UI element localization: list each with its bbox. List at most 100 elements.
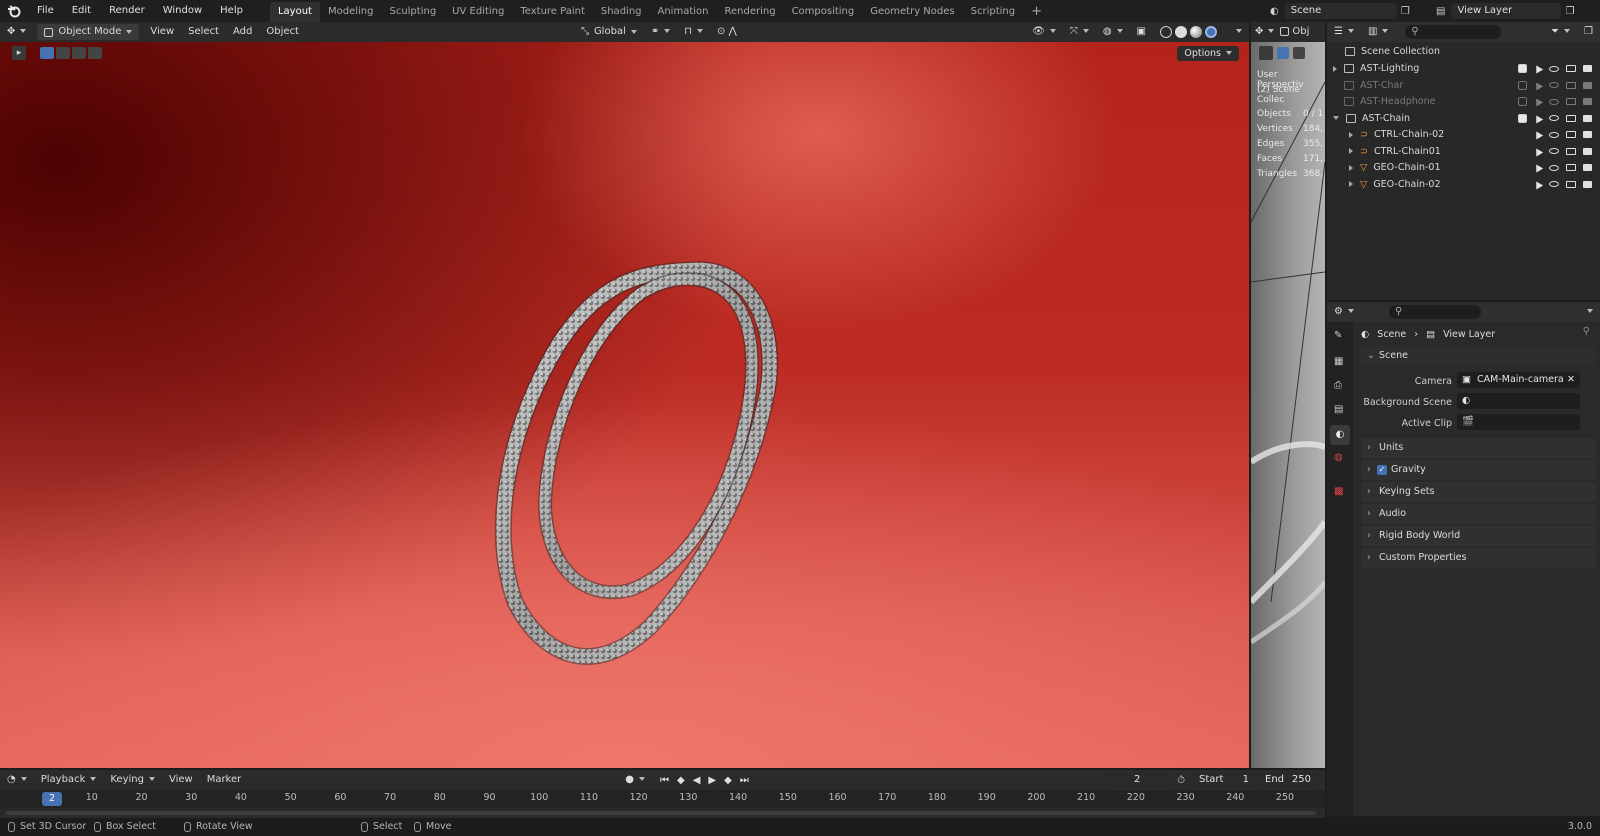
menu-window[interactable]: Window (154, 0, 211, 22)
display-mode-icon[interactable]: ▥ (1361, 22, 1395, 42)
view-layer-tab-icon[interactable]: ▤ (1334, 404, 1343, 415)
menu-help[interactable]: Help (211, 0, 252, 22)
camera-render-icon[interactable] (1583, 98, 1592, 105)
eye-icon[interactable] (1549, 148, 1559, 154)
proportional-edit-icon[interactable]: ⊙ ⋀ (710, 22, 744, 42)
properties-search-input[interactable]: ⚲ (1388, 305, 1481, 319)
menu-add[interactable]: Add (226, 22, 259, 42)
viewport-disable-icon[interactable] (1566, 180, 1576, 188)
viewport-disable-icon[interactable] (1566, 114, 1576, 122)
new-collection-icon[interactable]: ❐ (1577, 22, 1600, 42)
outliner-row[interactable]: ⊃ CTRL-Chain01 (1327, 143, 1600, 160)
menu-playback[interactable]: Playback (34, 770, 104, 790)
tab-uv-editing[interactable]: UV Editing (444, 2, 512, 22)
outliner-row[interactable]: AST-Char (1327, 77, 1600, 94)
jump-start-icon[interactable]: ⏮ (660, 775, 669, 786)
selectable-icon[interactable] (1532, 112, 1544, 124)
outliner-editor-type-icon[interactable]: ☰ (1327, 22, 1361, 42)
selectable-icon[interactable] (1532, 63, 1544, 74)
properties-editor-type-icon[interactable]: ⚙ (1327, 302, 1361, 322)
camera-render-icon[interactable] (1583, 180, 1592, 188)
selectable-icon[interactable] (1532, 145, 1544, 157)
gizmo-icon[interactable]: ⤧ (1063, 22, 1096, 42)
prev-keyframe-icon[interactable]: ◆ (677, 775, 685, 786)
outliner-row[interactable]: ▽ GEO-Chain-01 (1327, 159, 1600, 176)
scene-selector[interactable]: ◐ Scene ❐ (1270, 3, 1410, 19)
outliner-row[interactable]: ▽ GEO-Chain-02 (1327, 176, 1600, 193)
scene-name-field[interactable]: Scene (1284, 3, 1397, 19)
select-new-icon[interactable] (40, 47, 54, 59)
menu-object[interactable]: Object (259, 22, 306, 42)
mode-dropdown[interactable]: Object Mode (37, 24, 140, 40)
rigid-body-world-panel-header[interactable]: › Rigid Body World (1361, 526, 1596, 546)
tab-layout[interactable]: Layout (269, 2, 320, 22)
outliner-search-input[interactable]: ⚲ (1405, 25, 1502, 39)
background-scene-field[interactable]: ◐ (1457, 393, 1580, 409)
clear-camera-icon[interactable]: ✕ (1567, 372, 1575, 388)
expand-closed-icon[interactable] (1349, 181, 1353, 187)
audio-panel-header[interactable]: › Audio (1361, 504, 1596, 524)
selectable-icon[interactable] (1532, 96, 1544, 107)
viewport-disable-icon[interactable] (1566, 147, 1576, 155)
menu-edit[interactable]: Edit (63, 0, 100, 22)
outliner-row[interactable]: ⊃ CTRL-Chain-02 (1327, 126, 1600, 143)
menu-timeline-view[interactable]: View (162, 770, 200, 790)
camera-field[interactable]: ▣ CAM-Main-camera ✕ (1457, 372, 1580, 388)
visibility-icon[interactable]: 👁 (1025, 22, 1063, 42)
expand-closed-icon[interactable] (1349, 148, 1353, 154)
playhead-frame-badge[interactable]: 2 (42, 792, 62, 806)
jump-end-icon[interactable]: ⏭ (740, 775, 749, 786)
menu-file[interactable]: File (28, 0, 63, 22)
active-clip-field[interactable]: 🎬 (1457, 414, 1580, 430)
exclude-checkbox[interactable] (1518, 113, 1527, 123)
timeline-editor-type-icon[interactable]: ◔ (0, 770, 34, 790)
outliner-row[interactable]: AST-Chain (1327, 110, 1600, 127)
next-keyframe-icon[interactable]: ◆ (724, 775, 732, 786)
expand-closed-icon[interactable] (1333, 65, 1337, 72)
expand-closed-icon[interactable] (1349, 131, 1353, 138)
expand-closed-icon[interactable] (1349, 164, 1353, 171)
camera-render-icon[interactable] (1583, 114, 1592, 122)
tab-geometry-nodes[interactable]: Geometry Nodes (862, 2, 962, 22)
eye-icon[interactable] (1549, 82, 1559, 88)
overlays-icon[interactable]: ◍ (1096, 22, 1130, 42)
mini-select-tool-icon[interactable] (1259, 46, 1273, 60)
view-layer-name-field[interactable]: View Layer (1451, 3, 1562, 19)
eye-icon[interactable] (1549, 65, 1559, 72)
shading-options-icon[interactable] (1224, 22, 1249, 42)
end-frame-field[interactable]: End 250 (1259, 772, 1317, 788)
mini-3d-viewport[interactable]: User Perspectiv (2) Scene Collec Objects… (1251, 42, 1325, 768)
view-layer-selector[interactable]: ▤ View Layer ❐ (1436, 3, 1574, 19)
tab-animation[interactable]: Animation (650, 2, 717, 22)
eye-icon[interactable] (1549, 98, 1559, 105)
camera-render-icon[interactable] (1583, 131, 1592, 138)
mini-mode-dropdown[interactable]: Obj (1278, 22, 1311, 42)
camera-render-icon[interactable] (1583, 164, 1592, 171)
menu-keying[interactable]: Keying (103, 770, 162, 790)
camera-render-icon[interactable] (1583, 65, 1592, 72)
render-tab-icon[interactable]: ▦ (1334, 356, 1343, 367)
selectable-icon[interactable] (1532, 79, 1544, 91)
current-frame-field[interactable]: 2 (1107, 772, 1168, 788)
viewport-disable-icon[interactable] (1566, 81, 1576, 89)
output-tab-icon[interactable]: ⎙ (1334, 380, 1342, 391)
pin-icon[interactable]: ⚲ (1583, 326, 1590, 337)
snap-icon[interactable]: ⊓ (677, 22, 710, 42)
exclude-checkbox[interactable] (1518, 64, 1527, 73)
selectable-icon[interactable] (1532, 178, 1544, 190)
viewport-disable-icon[interactable] (1566, 131, 1576, 138)
add-workspace-button[interactable]: + (1023, 2, 1050, 22)
new-view-layer-icon[interactable]: ❐ (1565, 6, 1574, 17)
editor-type-icon[interactable]: ✥ (0, 22, 33, 42)
selectable-icon[interactable] (1532, 129, 1544, 140)
outliner-row[interactable]: AST-Lighting (1327, 60, 1600, 77)
outliner-row[interactable]: AST-Headphone (1327, 93, 1600, 110)
menu-view[interactable]: View (143, 22, 181, 42)
scene-tab-icon[interactable]: ◐ (1330, 425, 1350, 445)
tab-shading[interactable]: Shading (593, 2, 650, 22)
exclude-checkbox[interactable] (1518, 97, 1527, 106)
timeline-scroll-thumb[interactable] (6, 811, 1316, 815)
options-dropdown[interactable]: Options (1177, 45, 1239, 61)
filter-icon[interactable]: ⏷ (1544, 22, 1577, 42)
properties-options-icon[interactable] (1575, 302, 1600, 322)
